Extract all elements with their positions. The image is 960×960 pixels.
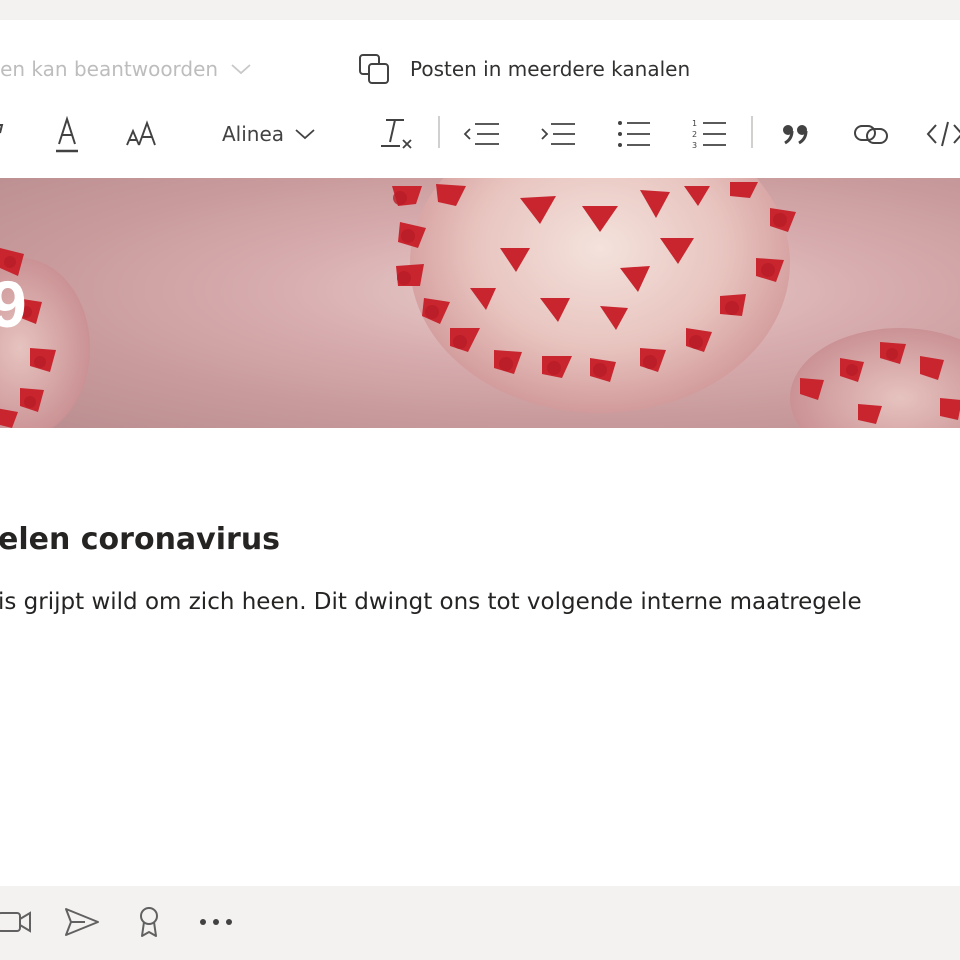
- paragraph-style-label: Alinea: [222, 122, 285, 146]
- compose-options-row: reen kan beantwoorden Posten in meerdere…: [0, 52, 960, 86]
- coronavirus-illustration: [0, 178, 960, 428]
- font-size-icon[interactable]: [124, 112, 162, 156]
- toolbar-divider: [751, 116, 753, 148]
- post-body-text[interactable]: is grijpt wild om zich heen. Dit dwingt …: [0, 589, 862, 615]
- bulleted-list-icon[interactable]: [614, 112, 654, 156]
- post-headline[interactable]: elen coronavirus: [0, 522, 280, 557]
- multi-channel-icon: [359, 54, 389, 84]
- clear-formatting-icon[interactable]: [378, 112, 416, 156]
- announcement-banner-image: 9: [0, 178, 960, 428]
- multi-post-label: Posten in meerdere kanalen: [410, 57, 691, 81]
- more-options-icon[interactable]: [196, 904, 236, 940]
- svg-text:2: 2: [692, 130, 697, 139]
- link-icon[interactable]: [852, 112, 890, 156]
- quote-icon[interactable]: [778, 112, 814, 156]
- svg-text:1: 1: [692, 119, 697, 128]
- chevron-down-icon: [231, 64, 251, 75]
- toolbar-divider: [438, 116, 440, 148]
- formatting-toolbar: Alinea 1 2 3: [0, 112, 960, 156]
- decrease-indent-icon[interactable]: [462, 112, 502, 156]
- send-icon[interactable]: [62, 904, 102, 940]
- post-multiple-channels-button[interactable]: Posten in meerdere kanalen: [358, 52, 690, 86]
- compose-card: reen kan beantwoorden Posten in meerdere…: [0, 20, 960, 886]
- reply-setting-dropdown[interactable]: reen kan beantwoorden: [0, 52, 252, 86]
- code-icon[interactable]: [926, 112, 960, 156]
- increase-indent-icon[interactable]: [538, 112, 578, 156]
- paragraph-style-select[interactable]: Alinea: [222, 112, 332, 156]
- font-color-icon[interactable]: [50, 112, 84, 156]
- compose-action-bar: [0, 886, 960, 960]
- meet-now-icon[interactable]: [0, 904, 34, 940]
- highlight-icon[interactable]: [0, 112, 14, 156]
- reply-setting-label: reen kan beantwoorden: [0, 57, 219, 81]
- chevron-down-icon: [295, 129, 315, 140]
- svg-text:3: 3: [692, 141, 697, 150]
- praise-icon[interactable]: [132, 904, 166, 940]
- numbered-list-icon[interactable]: 1 2 3: [690, 112, 730, 156]
- banner-title: 9: [0, 267, 28, 341]
